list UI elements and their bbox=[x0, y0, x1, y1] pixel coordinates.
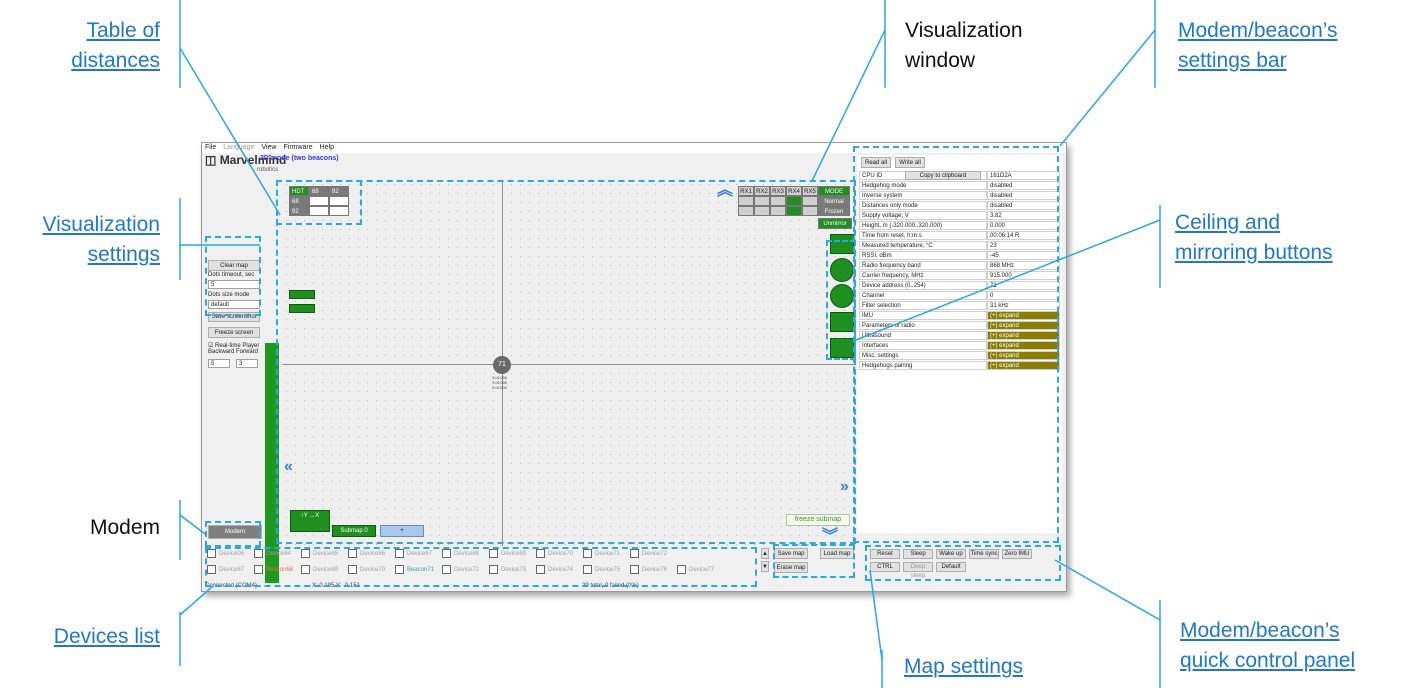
callout-line: Visualization bbox=[905, 19, 1023, 42]
callout-line: Table of bbox=[86, 19, 160, 42]
callout-line: settings bar bbox=[1178, 49, 1287, 72]
line-modem-diagonal bbox=[179, 514, 206, 535]
line-table-diagonal bbox=[179, 47, 281, 216]
callout-quick-control: Modem/beacon’s quick control panel bbox=[1180, 616, 1405, 676]
callout-line: window bbox=[905, 49, 976, 72]
callout-line: Modem/beacon’s bbox=[1180, 619, 1340, 642]
line-ceiling-diagonal bbox=[855, 219, 1161, 341]
callout-line: mirroring buttons bbox=[1175, 241, 1333, 264]
callout-line: Ceiling and bbox=[1175, 211, 1281, 234]
line-map-diagonal bbox=[869, 569, 883, 661]
callout-modem: Modem bbox=[89, 516, 160, 539]
callout-devices-list: Devices list bbox=[53, 625, 160, 648]
callout-line: settings bbox=[87, 243, 160, 266]
callout-line: Modem/beacon’s bbox=[1178, 19, 1338, 42]
line-quick-diagonal bbox=[1054, 559, 1161, 621]
callout-line: quick control panel bbox=[1180, 649, 1356, 672]
callout-visualization-window: Visualization window bbox=[905, 16, 1075, 76]
line-vis-diagonal bbox=[811, 29, 886, 182]
callout-table-of-distances: Table of distances bbox=[40, 16, 160, 76]
callout-visualization-settings: Visualization settings bbox=[0, 210, 160, 270]
line-devices-diagonal bbox=[179, 585, 214, 616]
callout-settings-bar: Modem/beacon’s settings bar bbox=[1178, 16, 1398, 76]
callout-line: Visualization bbox=[42, 213, 160, 236]
callout-map-settings: Map settings bbox=[904, 655, 1024, 678]
leader-lines bbox=[179, 0, 1161, 688]
callout-ceiling-mirroring: Ceiling and mirroring buttons bbox=[1175, 208, 1400, 268]
callout-line: distances bbox=[71, 49, 160, 72]
